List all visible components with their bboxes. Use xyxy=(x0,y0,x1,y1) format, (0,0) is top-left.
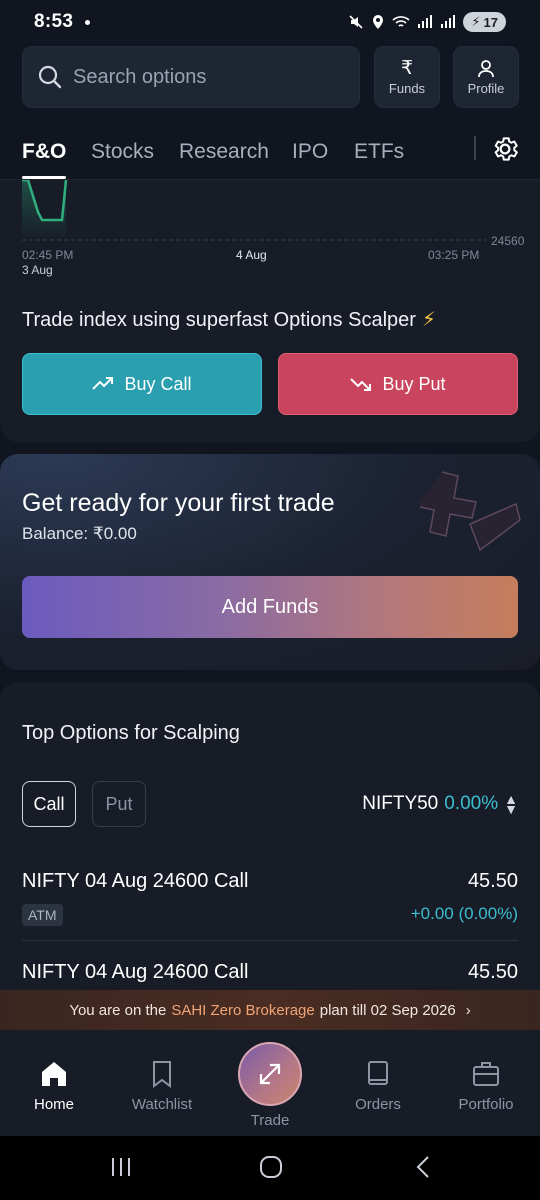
chart-area xyxy=(22,180,66,240)
option-price: 45.50 xyxy=(467,961,518,983)
nav-portfolio-label: Portfolio xyxy=(458,1096,514,1113)
status-time-wrap: 8:53 xyxy=(34,11,91,33)
index-change: 0.00% xyxy=(444,793,499,814)
x-tick-mid: 4 Aug xyxy=(236,248,267,262)
trend-up-icon xyxy=(92,377,114,390)
signal-icon xyxy=(418,15,433,28)
nav-home[interactable]: Home xyxy=(4,1058,104,1113)
back-icon[interactable] xyxy=(410,1154,436,1180)
home-icon xyxy=(42,1062,66,1086)
mute-icon xyxy=(349,15,363,29)
status-time: 8:53 xyxy=(34,11,74,32)
tab-bar: F&O Stocks Research IPO ETFs xyxy=(0,122,540,180)
system-nav-bar xyxy=(0,1136,540,1200)
option-price: 45.50 xyxy=(467,870,518,892)
tab-stocks[interactable]: Stocks xyxy=(91,140,154,164)
battery-indicator: ⚡ 17 xyxy=(463,12,506,32)
trend-down-icon xyxy=(350,378,372,391)
battery-icon: ⚡ xyxy=(471,14,481,29)
notification-dot xyxy=(85,20,91,26)
profile-label: Profile xyxy=(467,80,505,96)
y-tick-label: 24560 xyxy=(491,234,525,248)
put-filter-chip[interactable]: Put xyxy=(92,781,146,827)
lightning-icon: ⚡ xyxy=(421,309,436,331)
tab-divider xyxy=(474,136,476,160)
tab-etfs[interactable]: ETFs xyxy=(354,140,404,164)
plan-name: SAHI Zero Brokerage xyxy=(171,1001,315,1019)
plan-banner[interactable]: You are on the SAHI Zero Brokerage plan … xyxy=(0,990,540,1030)
buy-put-label: Buy Put xyxy=(382,373,446,394)
search-input[interactable] xyxy=(73,65,333,89)
tab-fno[interactable]: F&O xyxy=(22,140,66,164)
search-icon xyxy=(38,65,62,89)
option-name: NIFTY 04 Aug 24600 Call xyxy=(22,870,249,892)
nav-home-label: Home xyxy=(33,1096,74,1113)
add-funds-label: Add Funds xyxy=(221,595,319,618)
bottom-nav: Home Watchlist Trade Orders Portfolio xyxy=(0,1030,540,1136)
status-icons: ⚡ 17 xyxy=(348,12,506,32)
signal-icon-2 xyxy=(441,15,456,28)
scalper-heading-text: Trade index using superfast Options Scal… xyxy=(22,309,416,331)
top-options-card: Top Options for Scalping Call Put NIFTY5… xyxy=(0,682,540,1002)
option-change: +0.00 (0.00%) xyxy=(410,904,518,923)
nav-watchlist[interactable]: Watchlist xyxy=(112,1058,212,1113)
chevron-right-icon: › xyxy=(465,1001,471,1019)
trade-button[interactable] xyxy=(238,1042,302,1106)
active-tab-indicator xyxy=(22,176,66,179)
row-divider xyxy=(22,940,518,941)
search-bar[interactable] xyxy=(22,46,360,108)
location-icon xyxy=(373,15,384,29)
balance-text: Balance: ₹0.00 xyxy=(22,524,137,543)
atm-badge: ATM xyxy=(22,904,63,926)
price-chart xyxy=(22,180,486,241)
x-tick-left-time: 02:45 PM xyxy=(22,248,74,262)
option-name: NIFTY 04 Aug 24600 Call xyxy=(22,961,249,983)
tab-research[interactable]: Research xyxy=(179,140,269,164)
plus-minus-decoration-icon xyxy=(420,471,521,552)
nav-orders[interactable]: Orders xyxy=(328,1058,428,1113)
sort-updown-icon: ▲ ▼ xyxy=(504,791,518,817)
nav-portfolio[interactable]: Portfolio xyxy=(436,1058,536,1113)
add-funds-button[interactable]: Add Funds xyxy=(22,576,518,638)
plan-prefix: You are on the xyxy=(69,1001,167,1019)
x-tick-left-date: 3 Aug xyxy=(22,263,53,277)
funds-button[interactable]: ₹ Funds xyxy=(374,46,440,108)
buy-put-button[interactable]: Buy Put xyxy=(278,353,518,415)
wifi-icon xyxy=(392,16,410,27)
rupee-icon: ₹ xyxy=(400,57,414,79)
plan-suffix: plan till 02 Sep 2026 xyxy=(319,1001,456,1019)
buy-call-label: Buy Call xyxy=(124,373,192,394)
home-circle-icon[interactable] xyxy=(258,1154,284,1180)
scalper-heading: Trade index using superfast Options Scal… xyxy=(22,307,436,332)
profile-button[interactable]: Profile xyxy=(453,46,519,108)
call-filter-chip[interactable]: Call xyxy=(22,781,76,827)
nav-watchlist-label: Watchlist xyxy=(131,1096,193,1113)
tab-ipo[interactable]: IPO xyxy=(292,140,328,164)
user-icon xyxy=(478,59,494,77)
nav-orders-label: Orders xyxy=(355,1096,401,1113)
top-options-title: Top Options for Scalping xyxy=(22,722,240,744)
funds-label: Funds xyxy=(388,80,426,96)
first-trade-title: Get ready for your first trade xyxy=(22,489,335,517)
gear-icon[interactable] xyxy=(490,134,520,164)
briefcase-icon xyxy=(473,1062,499,1086)
first-trade-card: Get ready for your first trade Balance: … xyxy=(0,454,540,670)
x-tick-right: 03:25 PM xyxy=(428,248,480,262)
index-selector[interactable]: NIFTY50 0.00% ▲ ▼ xyxy=(362,791,518,817)
index-name: NIFTY50 xyxy=(362,793,439,814)
scalper-card: 24560 02:45 PM 3 Aug 4 Aug 03:25 PM Trad… xyxy=(0,180,540,442)
status-bar: 8:53 ⚡ 17 xyxy=(0,0,540,44)
book-icon xyxy=(368,1061,388,1085)
battery-level: 17 xyxy=(483,14,498,30)
recent-apps-icon[interactable] xyxy=(108,1154,134,1180)
trade-arrows-icon xyxy=(259,1063,281,1085)
bookmark-icon xyxy=(153,1061,171,1088)
nav-trade-label: Trade xyxy=(250,1112,290,1129)
buy-call-button[interactable]: Buy Call xyxy=(22,353,262,415)
